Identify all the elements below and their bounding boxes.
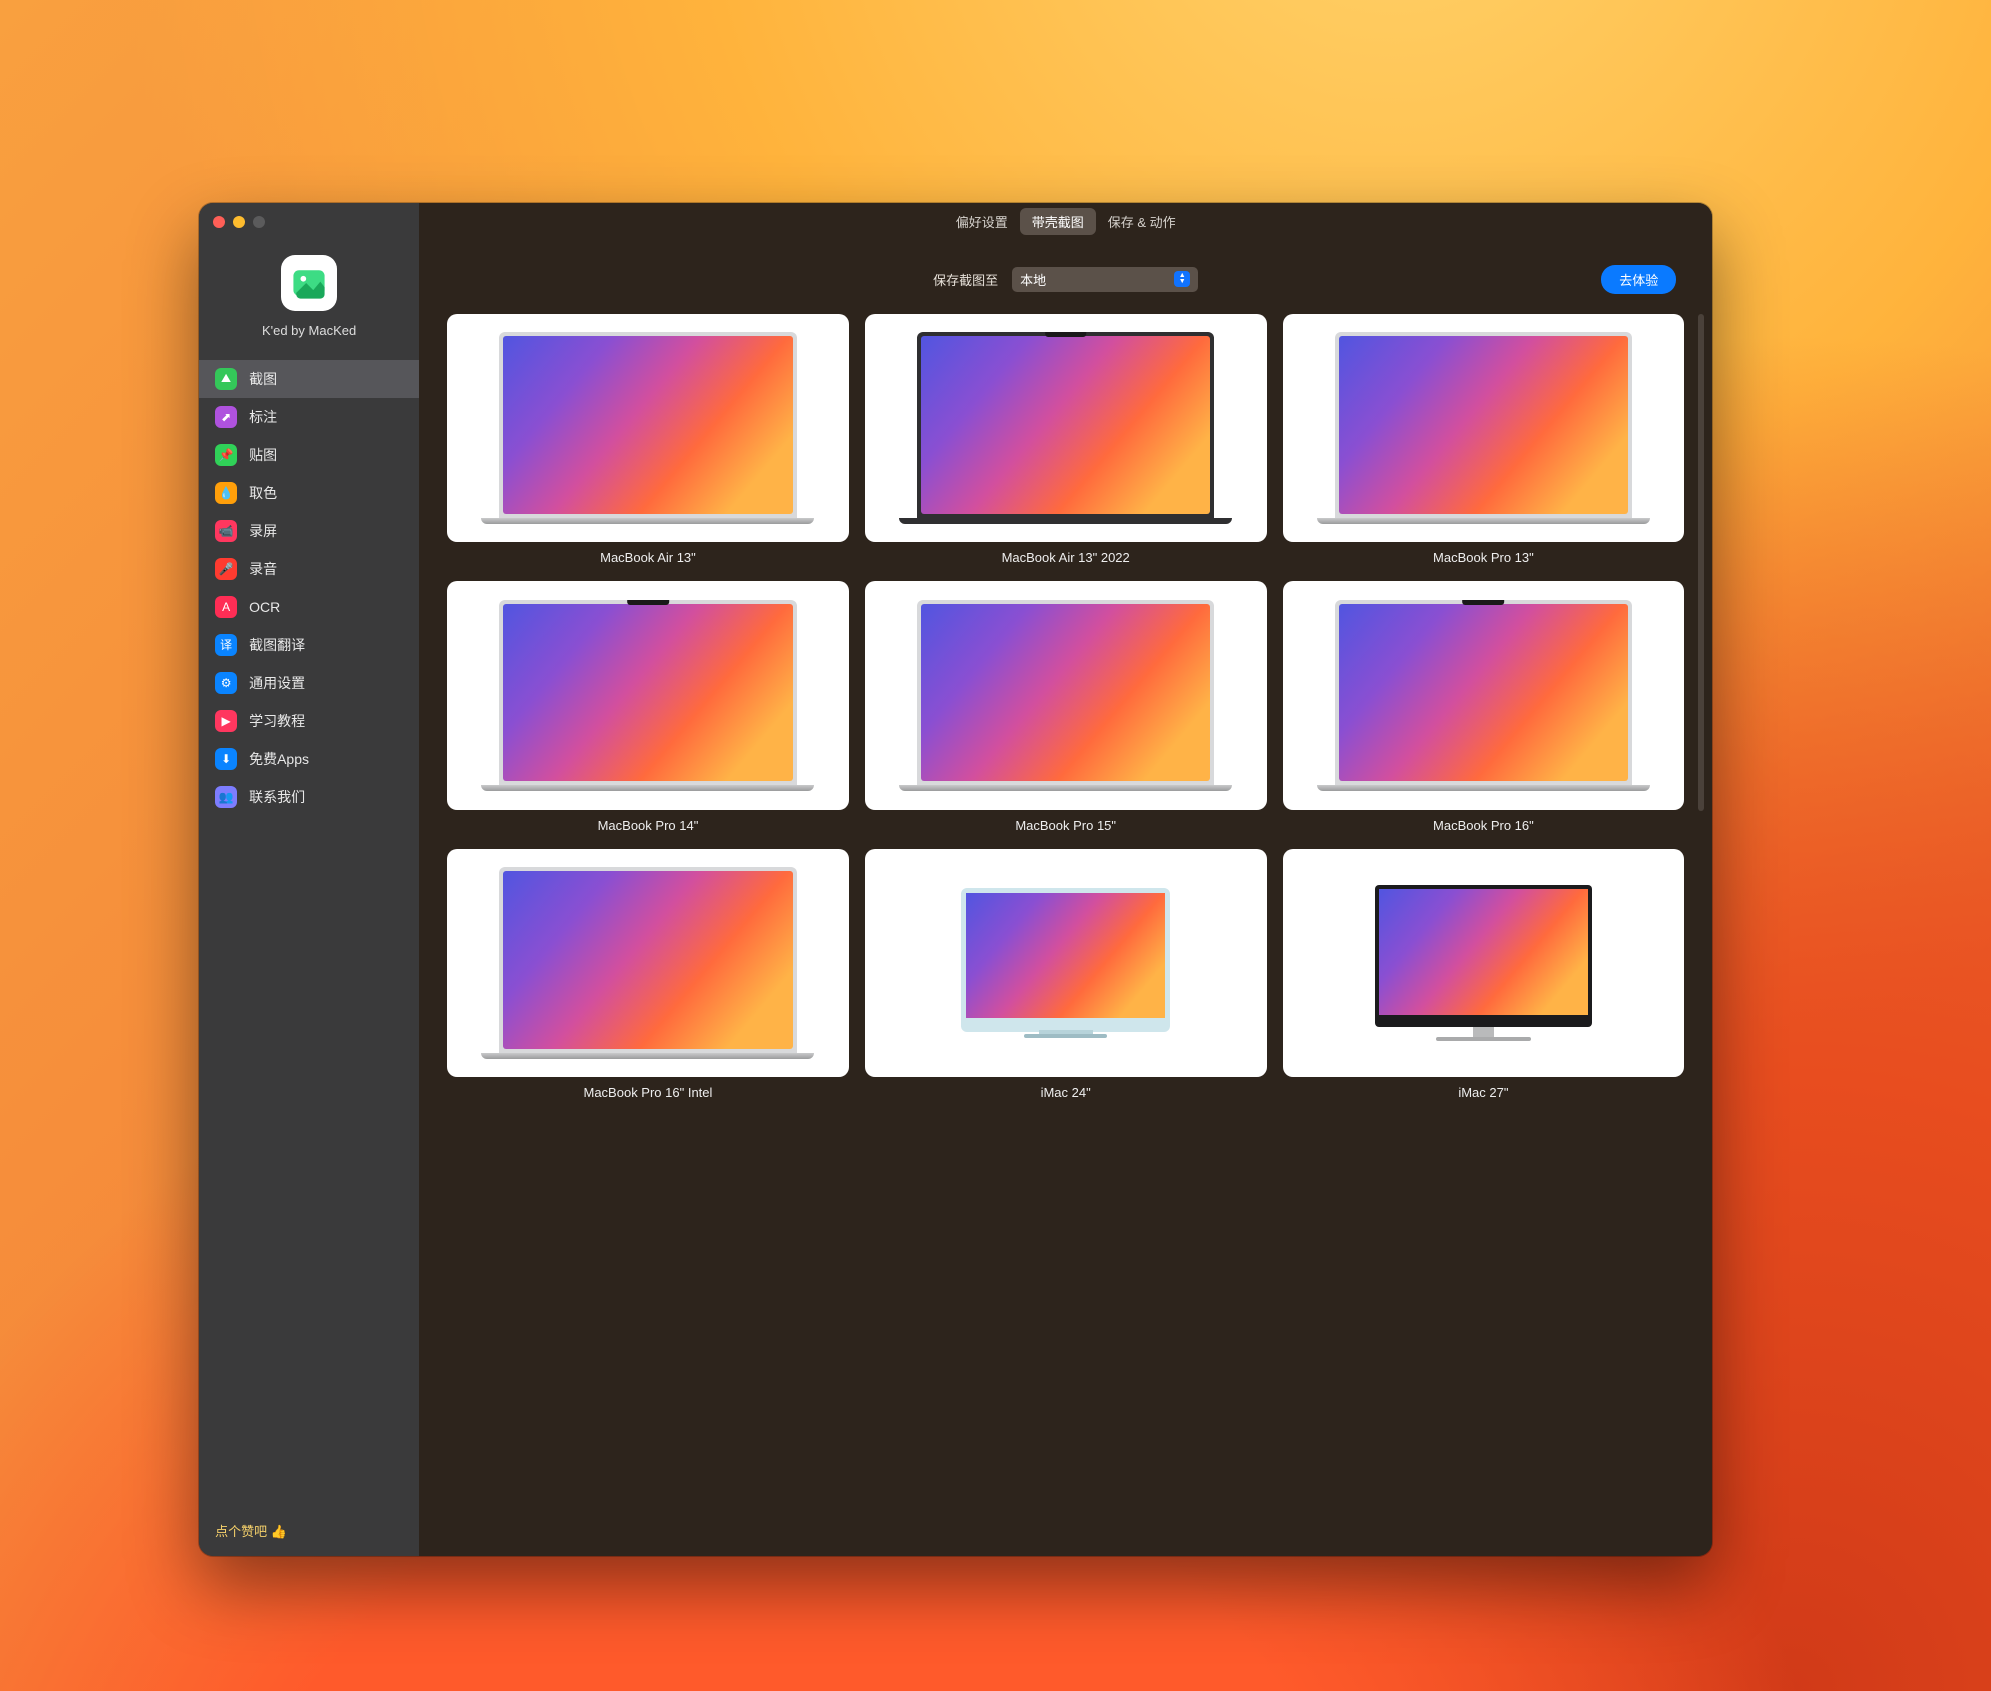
sidebar-item-label: 截图翻译 — [249, 635, 305, 655]
main-panel: 偏好设置带壳截图保存 & 动作 保存截图至 本地 ▲▼ 去体验 MacBook … — [419, 203, 1712, 1556]
sidebar-item-8[interactable]: ⚙ 通用设置 — [199, 664, 419, 702]
device-thumbnail — [865, 849, 1267, 1077]
app-title: K'ed by MacKed — [262, 323, 356, 338]
device-option-4[interactable]: MacBook Pro 15" — [865, 581, 1267, 832]
sidebar-item-icon: A — [215, 596, 237, 618]
window-controls — [199, 203, 419, 241]
sidebar-item-6[interactable]: A OCR — [199, 588, 419, 626]
device-label: MacBook Air 13" — [600, 550, 696, 565]
sidebar-item-0[interactable]: ⛰ 截图 — [199, 360, 419, 398]
sidebar-item-1[interactable]: ⬈ 标注 — [199, 398, 419, 436]
device-thumbnail — [865, 581, 1267, 809]
device-thumbnail — [447, 581, 849, 809]
device-label: MacBook Pro 13" — [1433, 550, 1534, 565]
sidebar-item-icon: ⬈ — [215, 406, 237, 428]
device-label: iMac 24" — [1041, 1085, 1091, 1100]
sidebar-item-label: 免费Apps — [249, 749, 309, 769]
sidebar-item-label: OCR — [249, 599, 280, 615]
sidebar-item-label: 标注 — [249, 407, 277, 427]
sidebar-item-label: 联系我们 — [249, 787, 305, 807]
device-thumbnail — [1283, 314, 1685, 542]
sidebar-item-label: 学习教程 — [249, 711, 305, 731]
sidebar-item-label: 录音 — [249, 559, 277, 579]
chevron-up-down-icon: ▲▼ — [1174, 271, 1190, 287]
sidebar-item-9[interactable]: ▶ 学习教程 — [199, 702, 419, 740]
try-button[interactable]: 去体验 — [1601, 265, 1676, 294]
tab-2[interactable]: 保存 & 动作 — [1096, 208, 1188, 235]
sidebar-item-10[interactable]: ⬇ 免费Apps — [199, 740, 419, 778]
sidebar-item-icon: 🎤 — [215, 558, 237, 580]
save-destination-select[interactable]: 本地 ▲▼ — [1012, 267, 1198, 292]
sidebar-item-icon: ⚙ — [215, 672, 237, 694]
select-value: 本地 — [1020, 270, 1046, 289]
device-label: MacBook Pro 16" — [1433, 818, 1534, 833]
device-thumbnail — [1283, 849, 1685, 1077]
sidebar-item-5[interactable]: 🎤 录音 — [199, 550, 419, 588]
try-button-label: 去体验 — [1619, 273, 1658, 288]
device-label: MacBook Pro 14" — [598, 818, 699, 833]
like-prompt-label: 点个赞吧 👍 — [215, 1521, 287, 1540]
tab-bar: 偏好设置带壳截图保存 & 动作 — [419, 203, 1712, 241]
app-icon — [281, 255, 337, 311]
app-window: K'ed by MacKed ⛰ 截图 ⬈ 标注 📌 贴图 💧 取色 📹 录屏 🎤 录音 A OCR 译截图… — [199, 203, 1712, 1556]
save-label: 保存截图至 — [933, 270, 998, 289]
close-icon[interactable] — [213, 216, 225, 228]
sidebar-item-icon: ⛰ — [215, 368, 237, 390]
device-option-8[interactable]: iMac 27" — [1283, 849, 1685, 1100]
scrollbar[interactable] — [1698, 314, 1704, 811]
device-label: MacBook Pro 15" — [1015, 818, 1116, 833]
sidebar-item-11[interactable]: 👥 联系我们 — [199, 778, 419, 816]
device-option-7[interactable]: iMac 24" — [865, 849, 1267, 1100]
sidebar-item-label: 录屏 — [249, 521, 277, 541]
tab-1[interactable]: 带壳截图 — [1020, 208, 1096, 235]
sidebar: K'ed by MacKed ⛰ 截图 ⬈ 标注 📌 贴图 💧 取色 📹 录屏 🎤 录音 A OCR 译截图… — [199, 203, 419, 1556]
sidebar-item-label: 截图 — [249, 369, 277, 389]
device-option-2[interactable]: MacBook Pro 13" — [1283, 314, 1685, 565]
minimize-icon[interactable] — [233, 216, 245, 228]
device-thumbnail — [1283, 581, 1685, 809]
device-option-5[interactable]: MacBook Pro 16" — [1283, 581, 1685, 832]
like-prompt[interactable]: 点个赞吧 👍 — [199, 1507, 419, 1556]
sidebar-item-icon: 💧 — [215, 482, 237, 504]
tab-0[interactable]: 偏好设置 — [944, 208, 1020, 235]
sidebar-nav: ⛰ 截图 ⬈ 标注 📌 贴图 💧 取色 📹 录屏 🎤 录音 A OCR 译截图翻译 ⚙ 通用设置 ▶ 学习教程 ⬇ 免费… — [199, 360, 419, 1507]
sidebar-item-icon: 📌 — [215, 444, 237, 466]
sidebar-item-label: 贴图 — [249, 445, 277, 465]
sidebar-item-label: 取色 — [249, 483, 277, 503]
sidebar-item-icon: ▶ — [215, 710, 237, 732]
device-grid-wrap: MacBook Air 13" MacBook Air 13" 2022 MacBo… — [419, 314, 1712, 1556]
device-thumbnail — [447, 314, 849, 542]
sidebar-item-icon: 📹 — [215, 520, 237, 542]
save-destination-row: 保存截图至 本地 ▲▼ 去体验 — [419, 241, 1712, 314]
sidebar-item-3[interactable]: 💧 取色 — [199, 474, 419, 512]
device-option-1[interactable]: MacBook Air 13" 2022 — [865, 314, 1267, 565]
device-thumbnail — [865, 314, 1267, 542]
device-thumbnail — [447, 849, 849, 1077]
sidebar-item-7[interactable]: 译截图翻译 — [199, 626, 419, 664]
device-label: iMac 27" — [1458, 1085, 1508, 1100]
device-label: MacBook Pro 16" Intel — [584, 1085, 713, 1100]
app-identity: K'ed by MacKed — [199, 241, 419, 360]
device-grid: MacBook Air 13" MacBook Air 13" 2022 MacBo… — [447, 314, 1684, 1100]
device-option-0[interactable]: MacBook Air 13" — [447, 314, 849, 565]
device-option-6[interactable]: MacBook Pro 16" Intel — [447, 849, 849, 1100]
zoom-icon[interactable] — [253, 216, 265, 228]
sidebar-item-2[interactable]: 📌 贴图 — [199, 436, 419, 474]
sidebar-item-icon: ⬇ — [215, 748, 237, 770]
device-label: MacBook Air 13" 2022 — [1002, 550, 1130, 565]
sidebar-item-icon: 译 — [215, 634, 237, 656]
sidebar-item-icon: 👥 — [215, 786, 237, 808]
sidebar-item-4[interactable]: 📹 录屏 — [199, 512, 419, 550]
sidebar-item-label: 通用设置 — [249, 673, 305, 693]
device-option-3[interactable]: MacBook Pro 14" — [447, 581, 849, 832]
